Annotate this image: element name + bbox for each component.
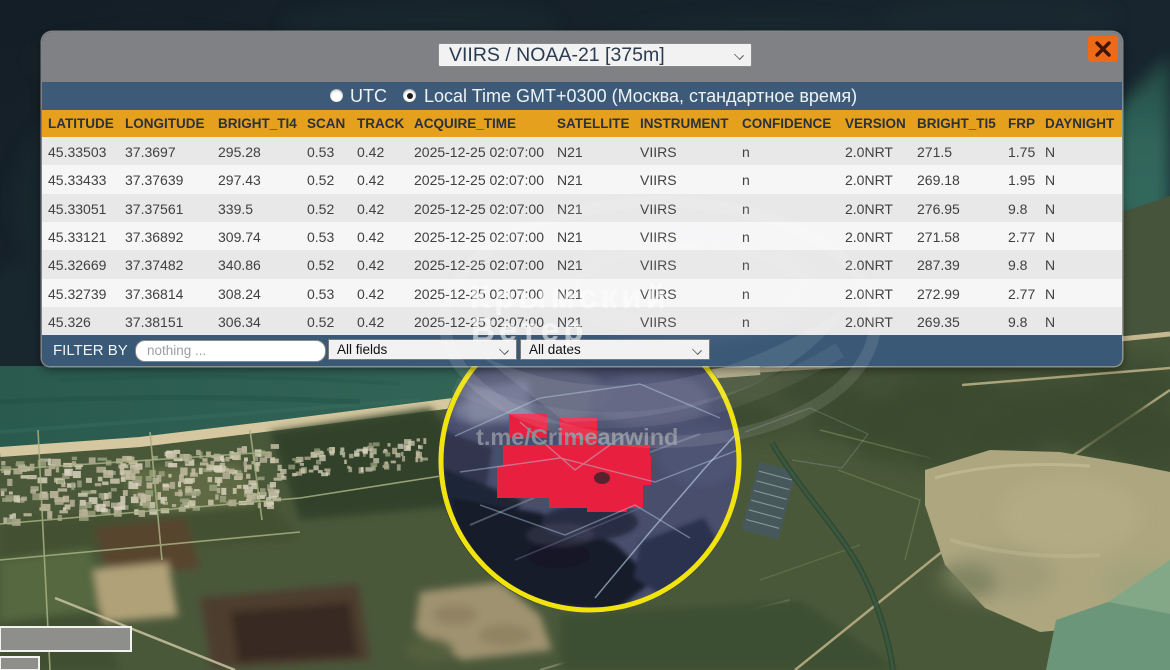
svg-text:t.me/Crimeanwind: t.me/Crimeanwind	[476, 424, 678, 450]
